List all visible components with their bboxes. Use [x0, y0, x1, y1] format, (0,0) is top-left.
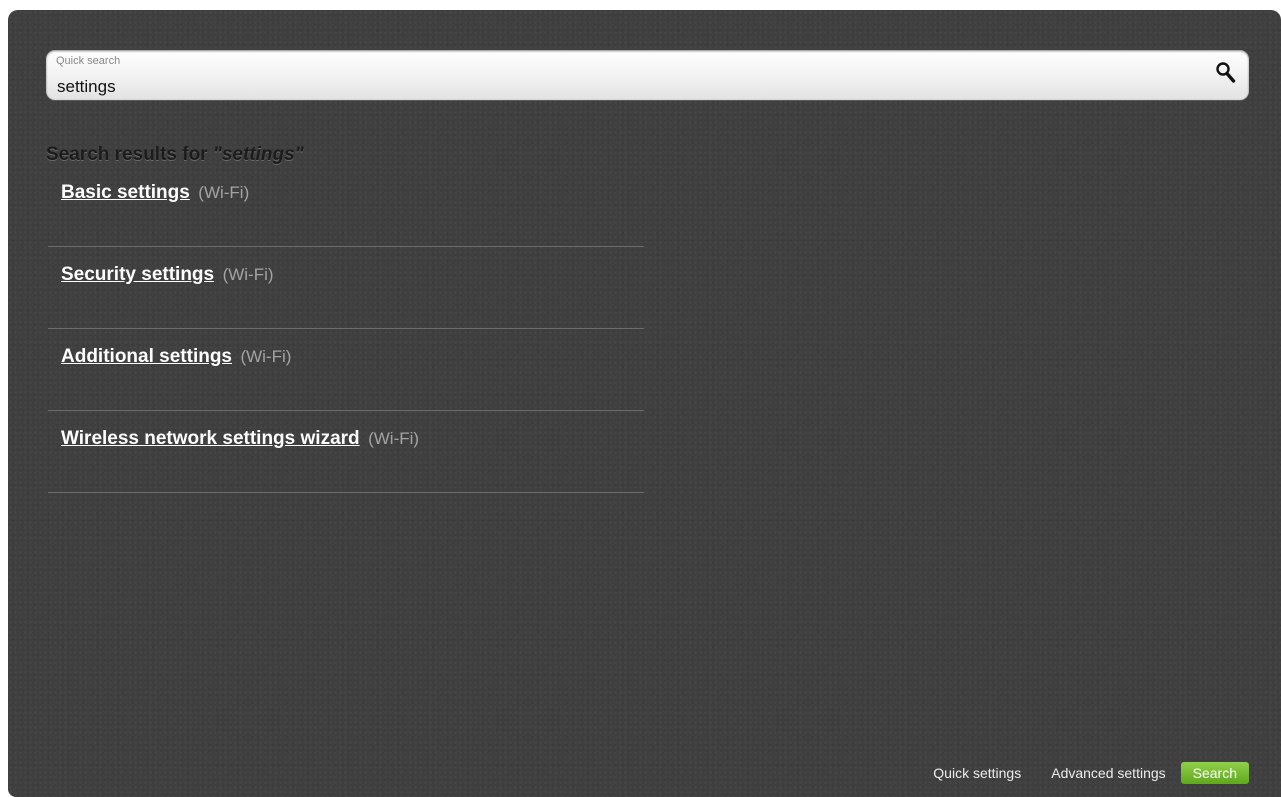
search-icon[interactable]	[1215, 61, 1237, 85]
footer-nav: Quick settings Advanced settings Search	[933, 762, 1249, 784]
main-panel: Quick search Search results for "setting…	[8, 10, 1281, 797]
result-item: Wireless network settings wizard (Wi-Fi)	[48, 411, 644, 493]
advanced-settings-link[interactable]: Advanced settings	[1051, 765, 1165, 781]
search-results-title: Search results for "settings"	[46, 144, 304, 166]
result-item: Additional settings (Wi-Fi)	[48, 329, 644, 411]
result-category: (Wi-Fi)	[368, 429, 420, 448]
result-link-security-settings[interactable]: Security settings	[61, 264, 214, 285]
result-link-wireless-wizard[interactable]: Wireless network settings wizard	[61, 428, 360, 449]
result-item: Security settings (Wi-Fi)	[48, 247, 644, 329]
result-link-additional-settings[interactable]: Additional settings	[61, 346, 232, 367]
result-link-basic-settings[interactable]: Basic settings	[61, 182, 190, 203]
result-category: (Wi-Fi)	[198, 183, 250, 202]
quick-settings-link[interactable]: Quick settings	[933, 765, 1021, 781]
result-item: Basic settings (Wi-Fi)	[48, 166, 644, 247]
search-results-list: Basic settings (Wi-Fi) Security settings…	[48, 166, 644, 493]
results-title-query: "settings"	[212, 144, 304, 165]
result-category: (Wi-Fi)	[222, 265, 274, 284]
results-title-prefix: Search results for	[46, 144, 213, 165]
search-input[interactable]	[57, 77, 1197, 97]
quick-search-label: Quick search	[56, 55, 121, 67]
search-nav-button[interactable]: Search	[1180, 762, 1249, 784]
quick-search-box[interactable]: Quick search	[46, 50, 1249, 100]
result-category: (Wi-Fi)	[240, 347, 292, 366]
